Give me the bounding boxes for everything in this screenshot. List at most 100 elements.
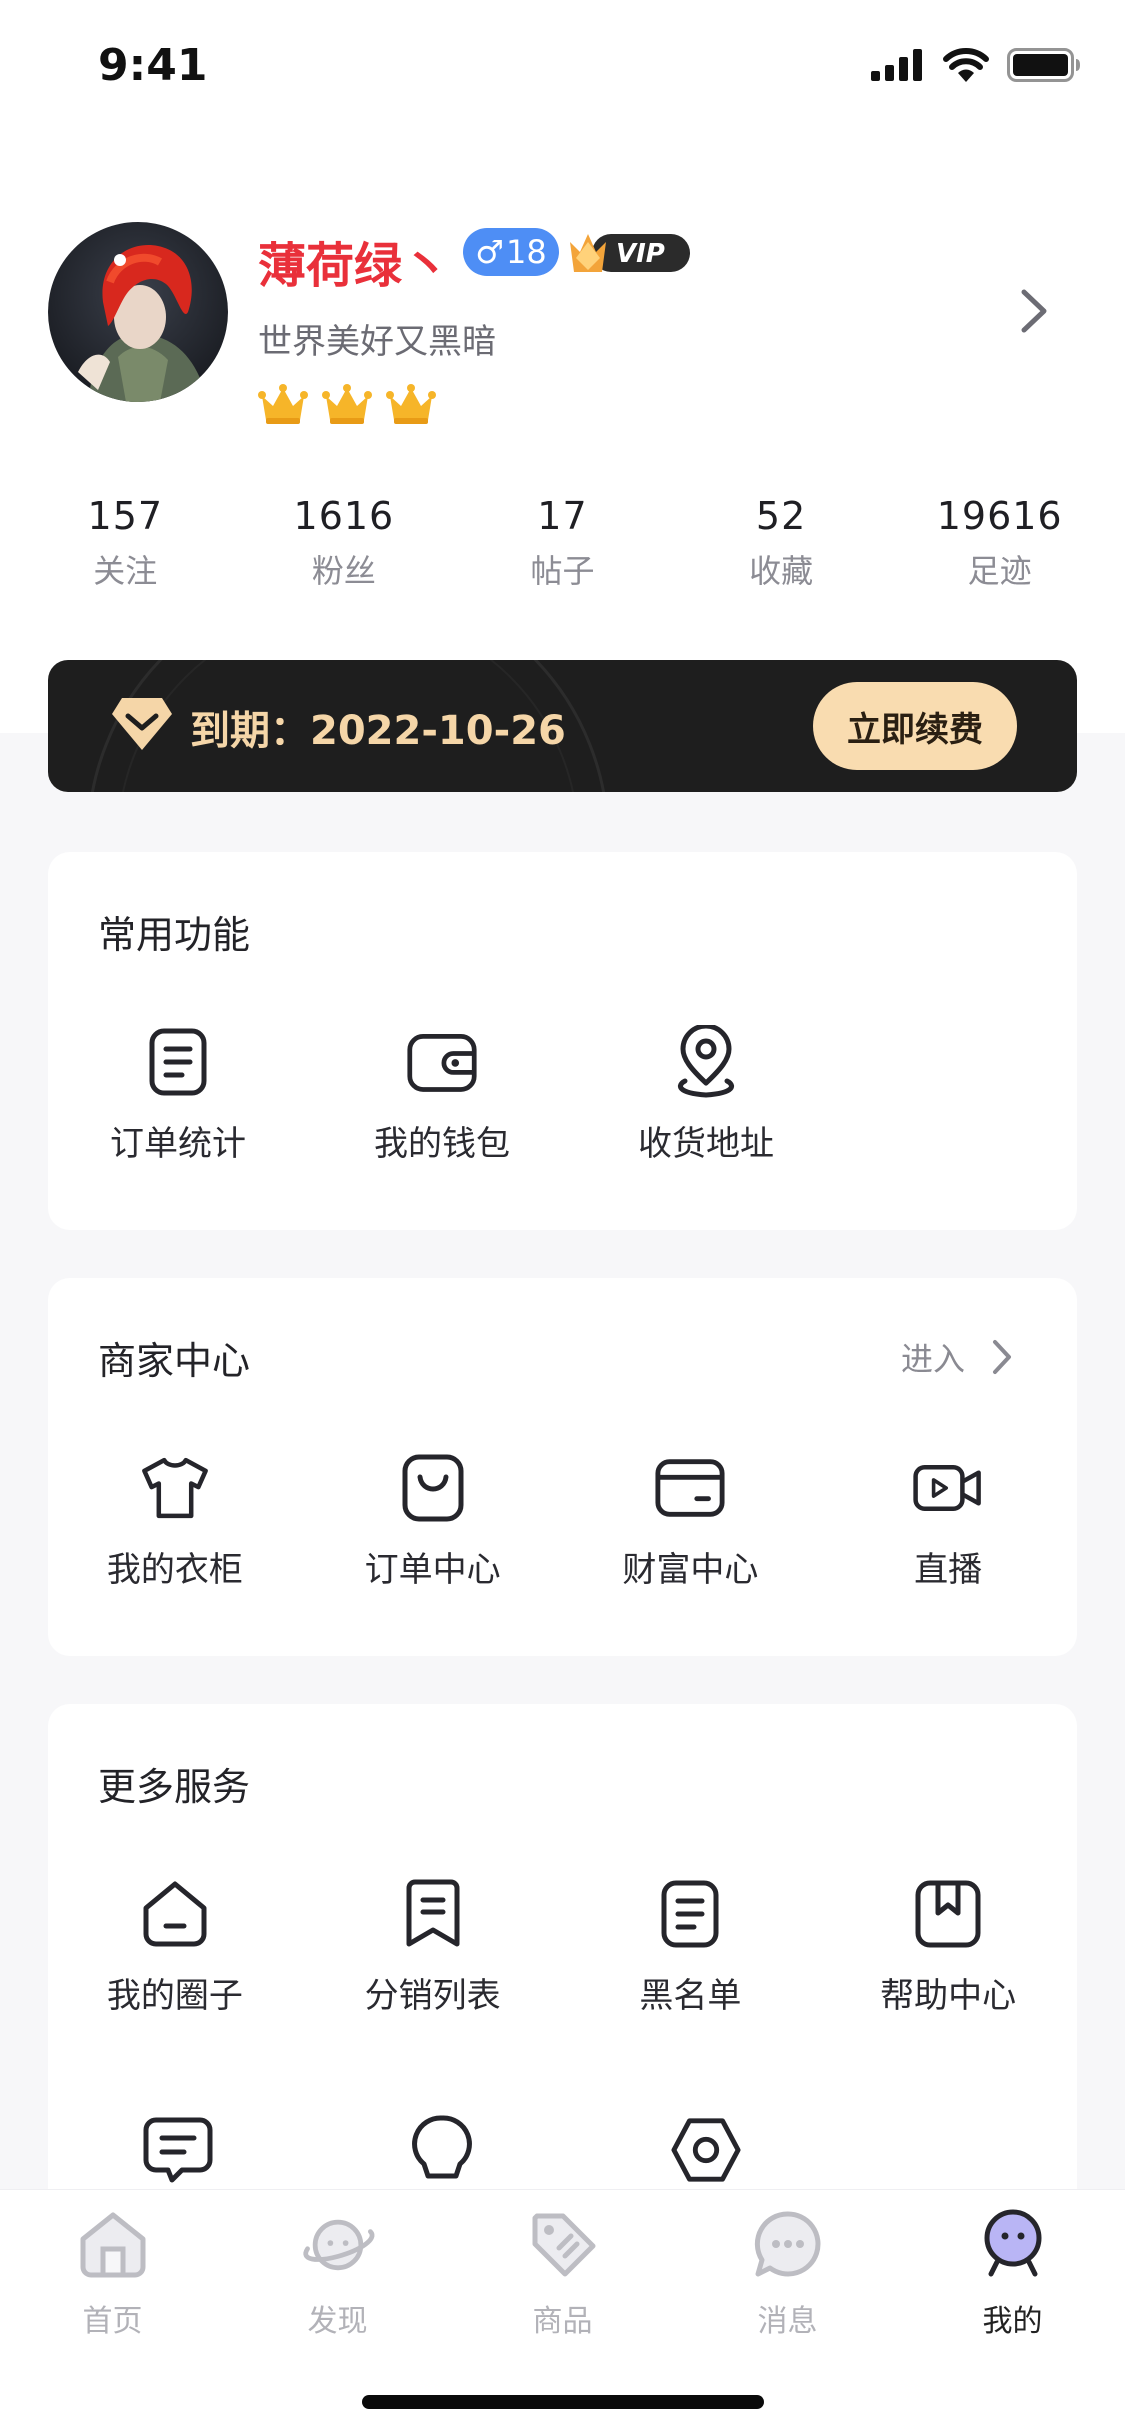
- card-title: 更多服务: [98, 1765, 251, 1809]
- vip-badge-text: VIP: [616, 239, 665, 269]
- common-functions-card: 常用功能 订单统计 我的钱包 收货地址: [48, 852, 1077, 1230]
- home-indicator: [362, 2395, 764, 2409]
- service-distribution-list[interactable]: 分销列表: [304, 1878, 562, 2017]
- crown-icon: [322, 384, 372, 424]
- function-wallet[interactable]: 我的钱包: [310, 1026, 574, 1165]
- profile-icon: [973, 2204, 1053, 2284]
- function-label: 黑名单: [639, 1976, 742, 2016]
- stat-label: 关注: [93, 552, 158, 590]
- services-grid-row2: [48, 2114, 1077, 2186]
- merchant-live[interactable]: 直播: [819, 1452, 1077, 1591]
- function-label: 帮助中心: [880, 1976, 1017, 2016]
- stat-value: 52: [755, 494, 807, 538]
- service-blacklist[interactable]: 黑名单: [562, 1878, 820, 2017]
- stat-value: 19616: [936, 494, 1063, 538]
- stat-label: 足迹: [967, 552, 1032, 590]
- merchant-orders[interactable]: 订单中心: [304, 1452, 562, 1591]
- card-title: 商家中心: [98, 1339, 251, 1383]
- chevron-right-icon: [993, 1340, 1011, 1374]
- stat-label: 帖子: [530, 552, 595, 590]
- stat-label: 收藏: [749, 552, 814, 590]
- location-pin-icon: [670, 1025, 742, 1098]
- tab-label: 首页: [82, 2304, 143, 2339]
- function-label: 收货地址: [638, 1124, 774, 1164]
- stat-favorites[interactable]: 52 收藏: [672, 494, 891, 592]
- profile-chevron-right-icon[interactable]: [1019, 288, 1049, 338]
- service-feedback[interactable]: [46, 2114, 310, 2186]
- tab-discover[interactable]: 发现: [225, 2204, 450, 2340]
- planet-icon: [298, 2204, 378, 2284]
- tab-products[interactable]: 商品: [450, 2204, 675, 2340]
- function-label: 订单中心: [364, 1550, 501, 1590]
- tab-label: 消息: [757, 2304, 818, 2339]
- function-label: 订单统计: [110, 1124, 246, 1164]
- function-label: 我的圈子: [106, 1976, 243, 2016]
- wallet-icon: [406, 1026, 478, 1098]
- services-grid: 我的圈子 分销列表 黑名单 帮助中心: [48, 1878, 1077, 2017]
- merchant-center-card: 商家中心 进入 我的衣柜 订单中心 财富中心 直播: [48, 1278, 1077, 1656]
- gender-age-badge: ♂ 18: [463, 228, 559, 276]
- list-icon: [654, 1878, 726, 1950]
- tab-mine[interactable]: 我的: [900, 2204, 1125, 2340]
- document-icon: [142, 1026, 214, 1098]
- renew-button[interactable]: 立即续费: [813, 682, 1017, 770]
- service-settings[interactable]: [574, 2114, 838, 2186]
- service-help-center[interactable]: 帮助中心: [819, 1878, 1077, 2017]
- service-ideas[interactable]: [310, 2114, 574, 2186]
- tab-label: 我的: [982, 2304, 1043, 2339]
- stat-value: 157: [87, 494, 164, 538]
- crown-icon: [386, 384, 436, 424]
- more-services-card: 更多服务 我的圈子 分销列表 黑名单 帮助中心: [48, 1704, 1077, 2224]
- signature: 世界美好又黑暗: [258, 322, 496, 362]
- tab-home[interactable]: 首页: [0, 2204, 225, 2340]
- status-time: 9:41: [98, 40, 208, 91]
- function-label: 财富中心: [622, 1550, 759, 1590]
- vip-membership-bar: 到期：2022-10-26 立即续费: [48, 660, 1077, 792]
- message-icon: [142, 2114, 214, 2186]
- service-my-circle[interactable]: 我的圈子: [46, 1878, 304, 2017]
- status-icons: [871, 48, 1081, 82]
- chat-icon: [748, 2204, 828, 2284]
- vip-expiry-text: 到期：2022-10-26: [190, 708, 566, 754]
- diamond-icon: [112, 698, 172, 750]
- enter-label: 进入: [900, 1340, 965, 1378]
- function-label: 我的钱包: [374, 1124, 510, 1164]
- merchant-grid: 我的衣柜 订单中心 财富中心 直播: [48, 1452, 1077, 1591]
- age-value: 18: [505, 233, 547, 271]
- bulb-icon: [406, 2114, 478, 2186]
- stat-posts[interactable]: 17 帖子: [453, 494, 672, 592]
- stat-value: 1616: [293, 494, 395, 538]
- function-label: 分销列表: [364, 1976, 501, 2016]
- function-label: 直播: [914, 1550, 983, 1590]
- battery-icon: [1007, 48, 1080, 82]
- wifi-icon: [943, 48, 989, 82]
- home-icon: [73, 2204, 153, 2284]
- tag-icon: [523, 2204, 603, 2284]
- bookmark-list-icon: [397, 1878, 469, 1950]
- function-address[interactable]: 收货地址: [574, 1025, 838, 1165]
- tab-messages[interactable]: 消息: [675, 2204, 900, 2340]
- help-bookmark-icon: [912, 1878, 984, 1950]
- shopping-bag-icon: [397, 1452, 469, 1524]
- video-camera-icon: [912, 1452, 984, 1524]
- tab-label: 商品: [532, 2304, 593, 2339]
- function-order-stats[interactable]: 订单统计: [46, 1026, 310, 1165]
- stat-following[interactable]: 157 关注: [16, 494, 235, 592]
- crown-icon: [258, 384, 308, 424]
- settings-hexagon-icon: [670, 2114, 742, 2186]
- function-grid: 订单统计 我的钱包 收货地址: [46, 1025, 1077, 1165]
- function-label: 我的衣柜: [106, 1550, 243, 1590]
- stat-value: 17: [537, 494, 588, 538]
- male-icon: ♂: [475, 233, 504, 271]
- stat-footprints[interactable]: 19616 足迹: [890, 494, 1109, 592]
- merchant-wealth[interactable]: 财富中心: [562, 1452, 820, 1591]
- tshirt-icon: [139, 1452, 211, 1524]
- merchant-enter-link[interactable]: 进入: [901, 1334, 1013, 1380]
- signal-icon: [871, 49, 922, 81]
- crown-badges: [258, 384, 436, 426]
- house-icon: [139, 1878, 211, 1950]
- avatar[interactable]: [48, 222, 228, 402]
- merchant-wardrobe[interactable]: 我的衣柜: [46, 1452, 304, 1591]
- stat-fans[interactable]: 1616 粉丝: [235, 494, 454, 592]
- stats-row: 157 关注 1616 粉丝 17 帖子 52 收藏 19616 足迹: [16, 494, 1109, 592]
